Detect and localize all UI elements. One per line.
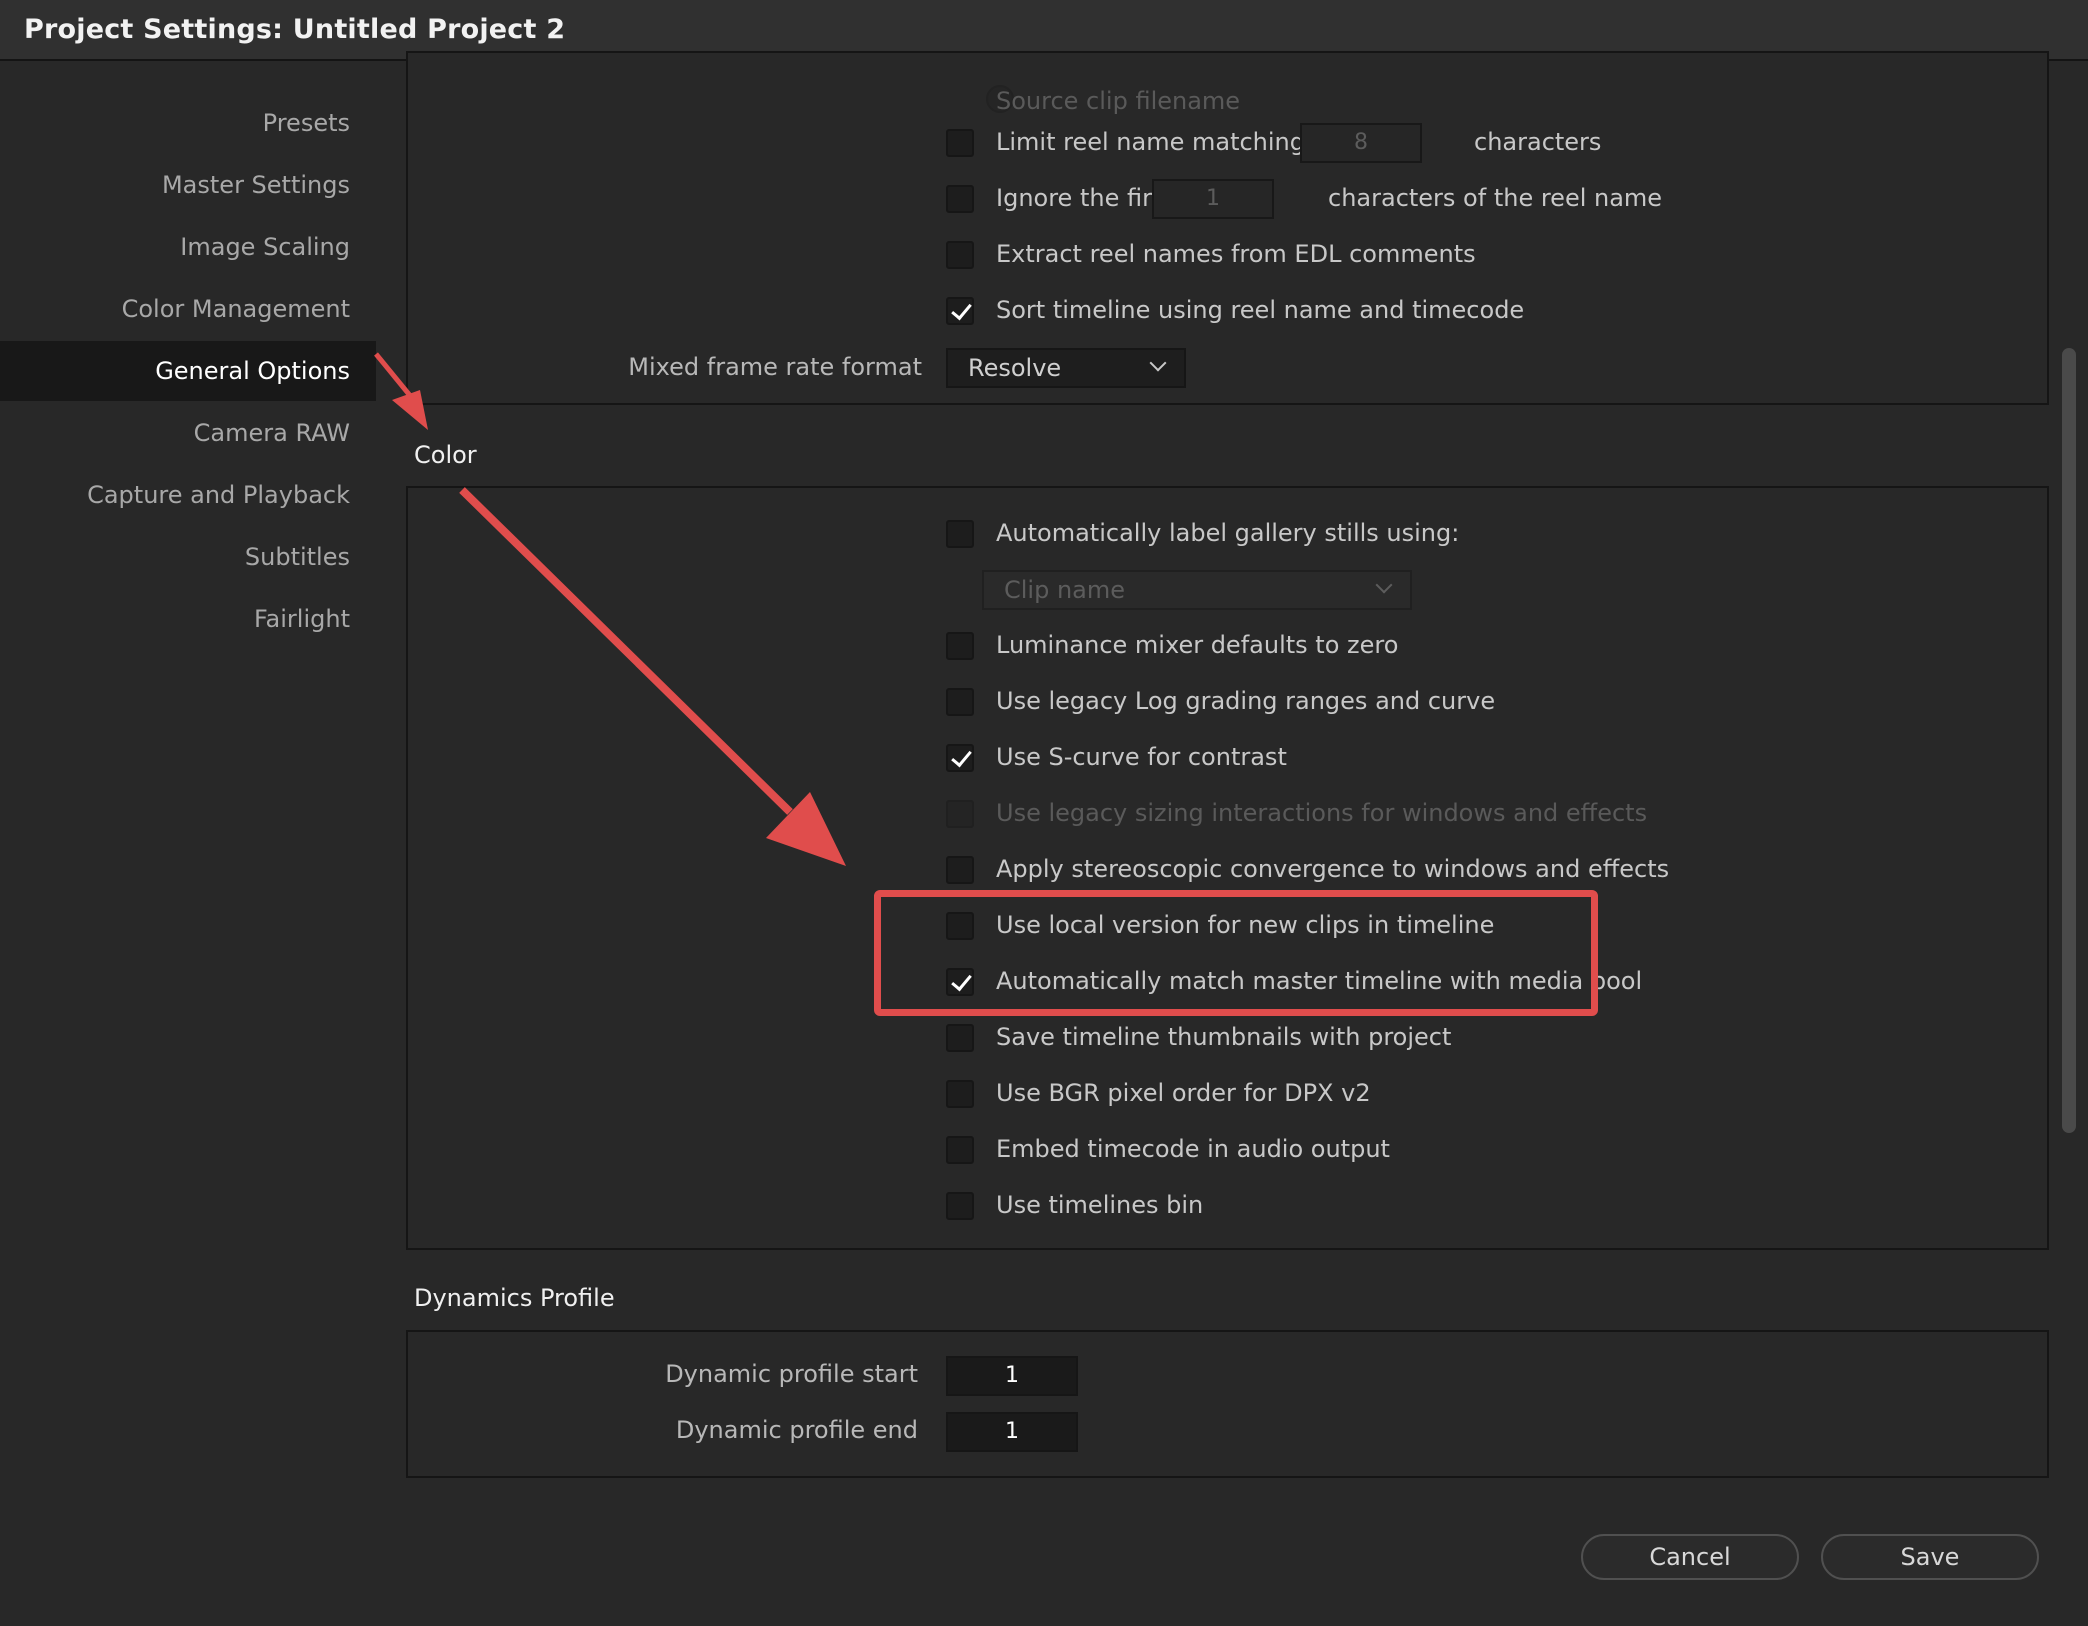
color-option-row: Luminance mixer defaults to zero [408,626,2051,666]
color-option-row: Use S-curve for contrast [408,738,2051,778]
embed-timecode-label: Embed timecode in audio output [996,1135,1390,1163]
ignore-first-suffix: characters of the reel name [1328,184,1663,212]
dynamic-profile-end-label: Dynamic profile end [675,1416,918,1444]
dynamics-panel: Dynamic profile start 1 Dynamic profile … [406,1330,2049,1478]
luminance-mixer-label: Luminance mixer defaults to zero [996,631,1399,659]
sidebar-item-camera-raw[interactable]: Camera RAW [0,403,376,463]
window-title: Project Settings: Untitled Project 2 [24,14,566,45]
limit-reel-checkbox[interactable] [946,129,974,157]
embed-timecode-checkbox[interactable] [946,1136,974,1164]
ignore-first-input[interactable]: 1 [1152,179,1274,219]
extract-reel-label: Extract reel names from EDL comments [996,240,1476,268]
chevron-down-icon [1375,576,1393,594]
settings-sidebar: Presets Master Settings Image Scaling Co… [0,61,376,1501]
ignore-first-checkbox[interactable] [946,185,974,213]
gallery-stills-select[interactable]: Clip name [982,570,1412,610]
settings-content: Source clip filename Limit reel name mat… [376,51,2056,1501]
legacy-sizing-label: Use legacy sizing interactions for windo… [996,799,1648,827]
match-master-timeline-checkbox[interactable] [946,968,974,996]
color-option-row: Use timelines bin [408,1186,2051,1226]
sidebar-item-image-scaling[interactable]: Image Scaling [0,217,376,277]
auto-label-row: Automatically label gallery stills using… [408,514,2051,554]
dynamics-section-title: Dynamics Profile [414,1284,615,1312]
mixed-frame-rate-select[interactable]: Resolve [946,348,1186,388]
save-thumbnails-label: Save timeline thumbnails with project [996,1023,1452,1051]
save-thumbnails-checkbox[interactable] [946,1024,974,1052]
dynamic-profile-start-label: Dynamic profile start [665,1360,918,1388]
limit-reel-row: Limit reel name matching to 8 characters [408,123,2051,163]
timelines-bin-label: Use timelines bin [996,1191,1204,1219]
extract-reel-row: Extract reel names from EDL comments [408,235,2051,275]
s-curve-checkbox[interactable] [946,744,974,772]
color-option-row: Save timeline thumbnails with project [408,1018,2051,1058]
conform-options-panel: Source clip filename Limit reel name mat… [406,51,2049,405]
color-options-panel: Automatically label gallery stills using… [406,486,2049,1250]
scrollbar-thumb[interactable] [2062,348,2076,1133]
limit-reel-input[interactable]: 8 [1300,123,1422,163]
color-option-row: Use legacy sizing interactions for windo… [408,794,2051,834]
color-option-row: Use BGR pixel order for DPX v2 [408,1074,2051,1114]
save-button[interactable]: Save [1821,1534,2039,1580]
ignore-first-label: Ignore the first [996,184,1174,212]
dialog-footer: Cancel Save [0,1501,2088,1626]
mixed-frame-rate-value: Resolve [968,354,1062,382]
color-option-row: Embed timecode in audio output [408,1130,2051,1170]
luminance-mixer-checkbox[interactable] [946,632,974,660]
extract-reel-checkbox[interactable] [946,241,974,269]
mixed-frame-rate-row: Mixed frame rate format Resolve [408,348,2051,388]
s-curve-label: Use S-curve for contrast [996,743,1287,771]
color-section-title: Color [414,441,477,469]
source-clip-filename-label: Source clip filename [996,87,1241,115]
chevron-down-icon [1149,354,1167,372]
sort-timeline-row: Sort timeline using reel name and timeco… [408,291,2051,331]
sidebar-item-fairlight[interactable]: Fairlight [0,589,376,649]
sort-timeline-checkbox[interactable] [946,297,974,325]
stereoscopic-convergence-checkbox[interactable] [946,856,974,884]
mixed-frame-rate-label: Mixed frame rate format [628,353,922,381]
limit-reel-suffix: characters [1474,128,1602,156]
cancel-button[interactable]: Cancel [1581,1534,1799,1580]
color-option-row: Use legacy Log grading ranges and curve [408,682,2051,722]
ignore-first-row: Ignore the first 1 characters of the ree… [408,179,2051,219]
bgr-pixel-order-checkbox[interactable] [946,1080,974,1108]
sidebar-item-master-settings[interactable]: Master Settings [0,155,376,215]
auto-label-checkbox[interactable] [946,520,974,548]
color-option-row: Automatically match master timeline with… [408,962,2051,1002]
gallery-stills-value: Clip name [1004,576,1126,604]
sidebar-item-presets[interactable]: Presets [0,93,376,153]
sidebar-item-subtitles[interactable]: Subtitles [0,527,376,587]
sidebar-item-general-options[interactable]: General Options [0,341,376,401]
auto-label-label: Automatically label gallery stills using… [996,519,1460,547]
dynamic-profile-start-input[interactable]: 1 [946,1356,1078,1396]
local-version-label: Use local version for new clips in timel… [996,911,1495,939]
sort-timeline-label: Sort timeline using reel name and timeco… [996,296,1525,324]
local-version-checkbox[interactable] [946,912,974,940]
sidebar-item-capture-and-playback[interactable]: Capture and Playback [0,465,376,525]
project-settings-window: Project Settings: Untitled Project 2 Pre… [0,0,2088,1626]
color-option-row: Apply stereoscopic convergence to window… [408,850,2051,890]
bgr-pixel-order-label: Use BGR pixel order for DPX v2 [996,1079,1371,1107]
legacy-sizing-checkbox[interactable] [946,800,974,828]
legacy-log-checkbox[interactable] [946,688,974,716]
color-option-row: Use local version for new clips in timel… [408,906,2051,946]
legacy-log-label: Use legacy Log grading ranges and curve [996,687,1496,715]
stereoscopic-convergence-label: Apply stereoscopic convergence to window… [996,855,1670,883]
limit-reel-label: Limit reel name matching to [996,128,1337,156]
sidebar-item-color-management[interactable]: Color Management [0,279,376,339]
timelines-bin-checkbox[interactable] [946,1192,974,1220]
dynamic-profile-end-input[interactable]: 1 [946,1412,1078,1452]
match-master-timeline-label: Automatically match master timeline with… [996,967,1643,995]
